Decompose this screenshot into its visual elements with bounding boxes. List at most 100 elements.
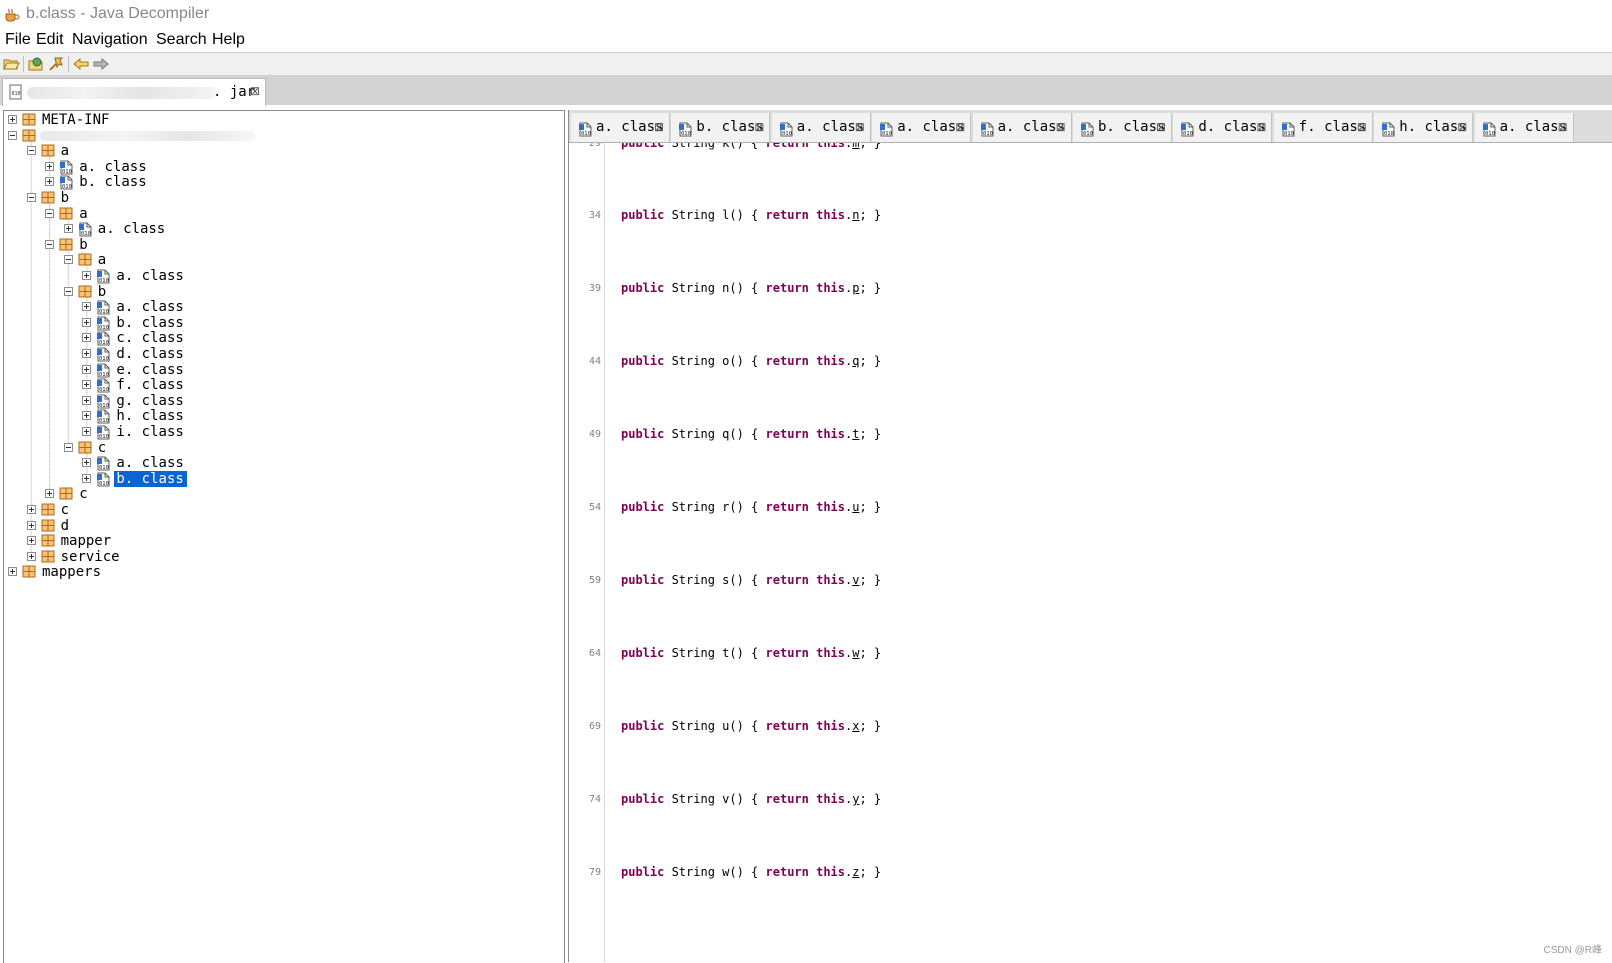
line-number: 39 bbox=[588, 283, 601, 294]
code-keyword: this bbox=[816, 719, 846, 733]
expand-toggle-icon[interactable] bbox=[82, 395, 92, 405]
expand-toggle-icon[interactable] bbox=[26, 551, 36, 561]
code-text: ; } bbox=[859, 573, 882, 587]
collapse-toggle-icon[interactable] bbox=[26, 193, 36, 202]
expand-toggle-icon[interactable] bbox=[82, 380, 92, 390]
code-keyword: this bbox=[816, 792, 846, 806]
code-keyword: return bbox=[765, 792, 809, 806]
code-text: String r() { bbox=[664, 500, 766, 514]
code-line: public String s() { return this.v; } bbox=[621, 573, 881, 587]
jar-file-tab[interactable]: 010 . jar ⊠ bbox=[2, 78, 266, 106]
expand-toggle-icon[interactable] bbox=[45, 489, 55, 499]
close-tab-icon[interactable]: ⊠ bbox=[1357, 120, 1367, 134]
class-tab[interactable]: 010 b. class ⊠ bbox=[1073, 113, 1172, 142]
close-tab-icon[interactable]: ⊠ bbox=[1056, 120, 1066, 134]
open-type-icon[interactable] bbox=[27, 55, 45, 73]
package-icon bbox=[59, 487, 73, 500]
redacted-package-name bbox=[40, 130, 255, 141]
tree-node-label: mapper bbox=[60, 533, 112, 550]
open-file-icon[interactable] bbox=[2, 55, 20, 73]
class-tab[interactable]: 010 d. class ⊠ bbox=[1173, 113, 1273, 142]
collapse-toggle-icon[interactable] bbox=[45, 208, 55, 218]
expand-toggle-icon[interactable] bbox=[26, 520, 36, 530]
close-tab-icon[interactable]: ⊠ bbox=[1558, 120, 1568, 134]
menu-file[interactable]: File bbox=[5, 31, 31, 49]
close-tab-icon[interactable]: ⊠ bbox=[1457, 120, 1467, 134]
svg-text:010: 010 bbox=[882, 131, 892, 137]
code-keyword: this bbox=[816, 427, 846, 441]
menu-help[interactable]: Help bbox=[212, 31, 245, 49]
coffee-cup-icon bbox=[5, 8, 20, 22]
class-file-icon: 010 bbox=[97, 425, 110, 440]
class-tab[interactable]: 010 a. class ⊠ bbox=[872, 113, 972, 142]
class-tab[interactable]: 010 a. class ⊠ bbox=[972, 113, 1072, 142]
class-file-icon: 010 bbox=[1482, 122, 1496, 137]
close-tab-icon[interactable]: ⊠ bbox=[1256, 120, 1266, 134]
expand-toggle-icon[interactable] bbox=[82, 302, 92, 312]
collapse-toggle-icon[interactable] bbox=[63, 442, 73, 452]
line-number: 34 bbox=[588, 210, 601, 221]
close-tab-icon[interactable]: ⊠ bbox=[1156, 120, 1166, 134]
back-arrow-icon[interactable] bbox=[72, 55, 90, 73]
collapse-toggle-icon[interactable] bbox=[8, 130, 17, 140]
class-file-icon: 010 bbox=[97, 394, 110, 409]
collapse-toggle-icon[interactable] bbox=[63, 286, 73, 296]
code-text: ; } bbox=[859, 500, 882, 514]
tree-node-label: b. class bbox=[116, 314, 184, 331]
expand-toggle-icon[interactable] bbox=[82, 411, 92, 421]
svg-text:010: 010 bbox=[782, 131, 792, 137]
expand-toggle-icon[interactable] bbox=[26, 536, 36, 546]
class-tab[interactable]: 010 a. class ⊠ bbox=[571, 113, 670, 142]
class-tab[interactable]: 010 h. class ⊠ bbox=[1374, 113, 1474, 142]
tree-node-label: c bbox=[60, 502, 70, 518]
package-tree[interactable]: META-INF a 010 a. class 010 b. class b a 010 a. c… bbox=[3, 110, 565, 963]
collapse-toggle-icon[interactable] bbox=[63, 255, 73, 265]
class-file-icon: 010 bbox=[779, 122, 793, 137]
expand-toggle-icon[interactable] bbox=[26, 505, 36, 514]
forward-arrow-icon[interactable] bbox=[92, 55, 110, 73]
code-line: public String o() { return this.q; } bbox=[621, 354, 881, 368]
code-keyword: this bbox=[816, 208, 846, 222]
class-tab[interactable]: 010 a. class ⊠ bbox=[1474, 113, 1574, 142]
expand-toggle-icon[interactable] bbox=[82, 427, 92, 436]
code-text: ; } bbox=[859, 719, 882, 733]
expand-toggle-icon[interactable] bbox=[82, 271, 92, 280]
menu-search[interactable]: Search bbox=[156, 31, 207, 49]
expand-toggle-icon[interactable] bbox=[82, 458, 92, 468]
code-keyword: public bbox=[621, 281, 665, 295]
svg-text:010: 010 bbox=[1485, 131, 1495, 137]
code-keyword: return bbox=[765, 208, 809, 222]
expand-toggle-icon[interactable] bbox=[82, 317, 92, 327]
tree-node-label: d. class bbox=[116, 346, 184, 362]
expand-toggle-icon[interactable] bbox=[63, 224, 73, 234]
expand-toggle-icon[interactable] bbox=[45, 177, 55, 187]
collapse-toggle-icon[interactable] bbox=[45, 239, 55, 249]
class-file-icon: 010 bbox=[1281, 122, 1295, 137]
menu-edit[interactable]: Edit bbox=[36, 31, 64, 49]
close-tab-icon[interactable]: ⊠ bbox=[250, 84, 260, 98]
code-text: String k() { bbox=[664, 143, 766, 150]
class-tab[interactable]: 010 b. class ⊠ bbox=[671, 113, 771, 142]
class-tab[interactable]: 010 a. class ⊠ bbox=[771, 113, 871, 142]
close-tab-icon[interactable]: ⊠ bbox=[654, 120, 664, 134]
code-text: ; } bbox=[859, 208, 882, 222]
close-tab-icon[interactable]: ⊠ bbox=[754, 120, 764, 134]
expand-toggle-icon[interactable] bbox=[45, 161, 55, 171]
expand-toggle-icon[interactable] bbox=[82, 349, 92, 358]
menu-navigation[interactable]: Navigation bbox=[72, 31, 148, 49]
expand-toggle-icon[interactable] bbox=[8, 115, 17, 124]
expand-toggle-icon[interactable] bbox=[82, 473, 92, 483]
collapse-toggle-icon[interactable] bbox=[26, 146, 36, 156]
search-icon[interactable] bbox=[47, 55, 65, 73]
close-tab-icon[interactable]: ⊠ bbox=[855, 120, 865, 134]
expand-toggle-icon[interactable] bbox=[82, 333, 92, 343]
expand-toggle-icon[interactable] bbox=[8, 567, 17, 577]
tree-node-label: META-INF bbox=[42, 112, 110, 128]
tree-node-label: a bbox=[79, 205, 88, 222]
expand-toggle-icon[interactable] bbox=[82, 364, 92, 374]
code-view[interactable]: 29 public String k() { return this.m; } 34… bbox=[569, 143, 1612, 962]
close-tab-icon[interactable]: ⊠ bbox=[955, 120, 965, 134]
code-keyword: public bbox=[621, 646, 665, 660]
file-tab-bar: 010 . jar ⊠ bbox=[0, 76, 1612, 106]
class-tab[interactable]: 010 f. class ⊠ bbox=[1273, 113, 1373, 142]
